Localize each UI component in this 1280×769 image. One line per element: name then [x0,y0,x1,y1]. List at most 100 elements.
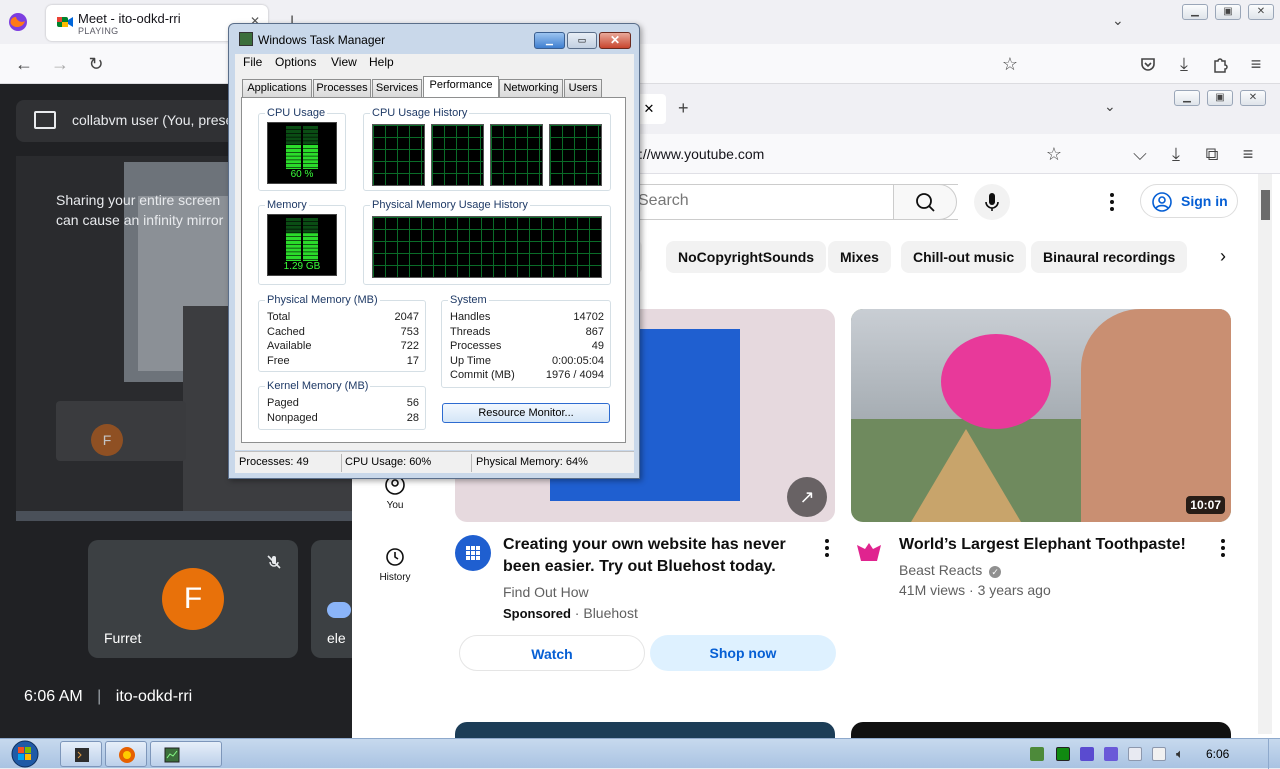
channel-avatar[interactable] [851,535,887,571]
window2-icon[interactable] [1128,747,1142,761]
tab-users[interactable]: Users [564,79,602,97]
scrollbar-thumb[interactable] [1261,190,1270,220]
chip-chill-out-music[interactable]: Chill-out music [901,241,1027,273]
meter-segment [286,156,301,160]
memory-group: Memory 1.29 GB [258,199,346,285]
group-label: Physical Memory Usage History [370,199,530,211]
group-label: System [448,294,489,306]
taskbar-terminal[interactable] [60,741,102,767]
downloads-icon[interactable]: ⤓ [1166,144,1186,164]
group-label: Kernel Memory (MB) [265,380,371,392]
maximize-button[interactable]: ▣ [1215,4,1241,20]
voice-search-button[interactable] [974,184,1010,220]
menu-help[interactable]: Help [369,55,394,69]
watch-button[interactable]: Watch [459,635,645,671]
meter-segment [303,156,318,160]
cpu-usage-group: CPU Usage 60 % [258,107,346,191]
beast-logo-icon [857,543,881,561]
chevron-right-icon[interactable]: › [1220,246,1226,267]
taskbar-firefox[interactable] [105,741,147,767]
more-options-icon[interactable] [825,539,829,557]
back-icon[interactable]: ← [14,54,34,74]
minimize-button[interactable]: ▁ [534,32,565,49]
taskbar: 🔈︎ 6:06 [0,738,1280,769]
volume-icon[interactable]: 🔈︎ [1176,747,1190,761]
tab-applications[interactable]: Applications [242,79,312,97]
downloads-icon[interactable]: ⤓ [1174,54,1194,74]
meter-segment [303,233,318,237]
bookmark-star-icon[interactable]: ☆ [1000,54,1020,74]
chip-binaural-recordings[interactable]: Binaural recordings [1031,241,1188,273]
menu-icon[interactable]: ≡ [1246,54,1266,74]
menu-view[interactable]: View [331,55,357,69]
start-button[interactable] [6,739,44,769]
clock[interactable]: 6:06 [1206,747,1229,761]
memory-history-graph [372,216,602,278]
pocket-icon[interactable]: ⌵ [1130,144,1150,164]
firefox-icon[interactable] [8,12,28,32]
status-bar: Processes: 49 CPU Usage: 60% Physical Me… [235,451,634,473]
taskbar-task-manager[interactable] [150,741,222,767]
tab-processes[interactable]: Processes [313,79,371,97]
settings-menu-icon[interactable] [1110,193,1114,211]
bookmark-star-icon[interactable]: ☆ [1044,144,1064,164]
close-button[interactable]: ✕ [599,32,631,49]
list-tabs-icon[interactable]: ⌄ [1112,12,1124,29]
window-icon[interactable] [1104,747,1118,761]
video-thumbnail[interactable] [851,722,1231,738]
list-tabs-icon[interactable]: ⌄ [1104,98,1116,115]
pocket-icon[interactable] [1138,54,1158,74]
channel-name[interactable]: Beast Reacts ✓ [899,562,1002,578]
meter-segment [286,237,301,241]
show-desktop-button[interactable] [1268,739,1280,769]
resource-monitor-button[interactable]: Resource Monitor... [442,403,610,423]
reload-icon[interactable]: ↻ [86,54,106,74]
video-thumbnail[interactable]: 10:07 [851,309,1231,522]
task-manager-icon [164,747,180,763]
minimize-button[interactable]: ▁ [1182,4,1208,20]
video-title[interactable]: Creating your own website has never been… [503,534,813,578]
video-title[interactable]: World’s Largest Elephant Toothpaste! [899,534,1189,556]
maximize-button[interactable]: ▭ [567,32,597,49]
external-link-icon[interactable]: ↗ [787,477,827,517]
terminal-icon [75,748,89,762]
performance-panel: CPU Usage 60 % CPU Usage History Memory [241,97,626,443]
shop-now-button[interactable]: Shop now [650,635,836,671]
channel-avatar[interactable] [455,535,491,571]
network-icon[interactable] [1030,747,1044,761]
close-button[interactable]: ✕ [1240,90,1266,106]
extensions-icon[interactable] [1210,54,1230,74]
menu-icon[interactable]: ≡ [1238,144,1258,164]
tab-services[interactable]: Services [372,79,422,97]
search-placeholder: Search [638,192,689,209]
document-icon[interactable] [1152,747,1166,761]
search-button[interactable] [893,184,957,220]
mic-icon[interactable] [1080,747,1094,761]
video-thumbnail[interactable] [455,722,835,738]
sign-in-button[interactable]: Sign in [1140,184,1238,218]
menu-options[interactable]: Options [275,55,316,69]
tab-performance[interactable]: Performance [423,76,499,98]
minimize-button[interactable]: ▁ [1174,90,1200,106]
meter-segment [303,256,318,260]
memory-history-group: Physical Memory Usage History [363,199,611,285]
task-manager-tray-icon[interactable] [1056,747,1070,761]
scrollbar[interactable] [1258,174,1272,734]
more-options-icon[interactable] [1221,539,1225,557]
extensions-icon[interactable]: ⧉ [1202,144,1222,164]
sidenav-you[interactable]: You [365,474,425,511]
participant-tile-furret[interactable]: F Furret [88,540,298,658]
sidenav-history[interactable]: History [365,546,425,583]
cpu-usage-meter: 60 % [267,122,337,184]
chip-mixes[interactable]: Mixes [828,241,891,273]
close-button[interactable]: ✕ [1248,4,1274,20]
maximize-button[interactable]: ▣ [1207,90,1233,106]
url-field[interactable]: s://www.youtube.com [632,146,764,162]
tab-networking[interactable]: Networking [499,79,563,97]
menu-file[interactable]: File [243,55,262,69]
participant-tile-ele[interactable]: ele [311,540,352,658]
chip-nocopyrightsounds[interactable]: NoCopyrightSounds [666,241,827,273]
forward-icon[interactable]: → [50,54,70,74]
new-tab-icon[interactable]: + [678,98,689,119]
task-manager-icon [239,32,253,46]
